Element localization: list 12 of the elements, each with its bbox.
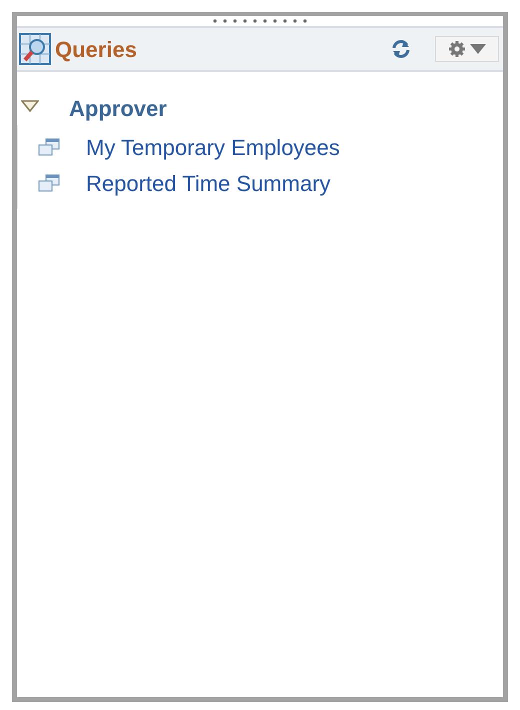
windows-icon [38,174,60,192]
refresh-icon[interactable] [391,39,411,59]
query-link[interactable]: Reported Time Summary [86,166,331,200]
caret-icon [470,44,486,54]
windows-icon [38,138,60,156]
pagelet-title: Queries [55,36,137,64]
settings-icon [448,40,466,58]
folder-label[interactable]: Approver [69,92,167,125]
drag-handle-icon[interactable] [212,19,308,23]
query-magnifier-icon [19,33,51,65]
query-link[interactable]: My Temporary Employees [86,130,340,164]
settings-menu-button[interactable] [435,36,499,62]
